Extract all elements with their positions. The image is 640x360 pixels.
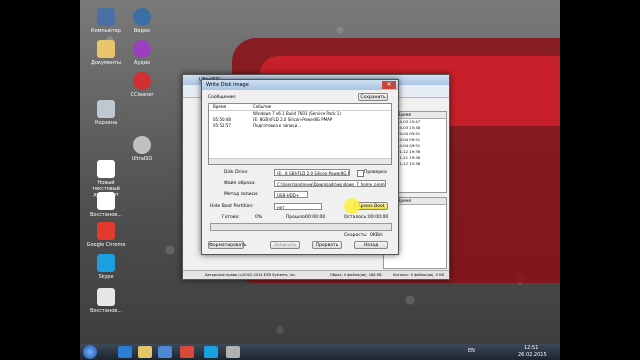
desktop-icon-image xyxy=(97,192,115,210)
desktop-icon-image xyxy=(97,222,115,240)
desktop-icon-label: CCleaner xyxy=(130,92,154,98)
desktop-icon-image xyxy=(97,8,115,26)
taskbar-ultraiso-icon[interactable] xyxy=(226,346,240,358)
log-row[interactable]: 05:52:57 Подготовка к записи... xyxy=(209,123,391,129)
desktop: Компьютер Документы Корзина Новый текстовый… xyxy=(80,0,560,360)
desktop-icon-label: Восстанов... xyxy=(89,308,122,314)
log-event: Подготовка к записи... xyxy=(253,123,302,128)
desktop-icon-image xyxy=(97,160,115,178)
desktop-icon-label: Google Chrome xyxy=(86,242,126,248)
log-header-event: Событие xyxy=(253,104,272,109)
write-method-label: Метод записи: xyxy=(224,192,259,197)
hide-partition-select[interactable]: нет xyxy=(274,203,322,210)
status-catalog: Каталог: 0 файла(ов), 0 KB xyxy=(393,273,444,277)
clock-time[interactable]: 12:51 xyxy=(524,345,538,351)
log-time: 05:52:57 xyxy=(213,123,231,128)
speed-value: 0KB/s xyxy=(370,233,383,238)
done-label: Готово: xyxy=(222,215,240,220)
taskbar-chrome-icon[interactable] xyxy=(180,346,194,358)
elapsed-label: Прошло: xyxy=(286,215,307,220)
taskbar-explorer-icon[interactable] xyxy=(138,346,152,358)
back-button[interactable]: Назад xyxy=(354,241,388,249)
save-button[interactable]: Сохранить xyxy=(358,93,388,101)
desktop-icon[interactable]: Компьютер xyxy=(86,8,126,34)
desktop-icon-label: Корзина xyxy=(94,120,118,126)
desktop-icon[interactable]: Google Chrome xyxy=(86,222,126,248)
progress-bar xyxy=(210,223,392,231)
statusbar: Авторские права (c)2002-2014 EZB Systems… xyxy=(183,270,449,279)
close-icon[interactable]: ✕ xyxy=(382,81,396,89)
desktop-icon-label: UltraISO xyxy=(131,156,153,162)
remaining-value: 00:00:00 xyxy=(368,215,389,220)
desktop-icon-image xyxy=(133,40,151,58)
cursor-highlight xyxy=(344,198,360,214)
desktop-icon-label: Документы xyxy=(91,60,121,66)
write-method-select[interactable]: USB-HDD+ xyxy=(274,191,308,198)
speed-label: Скорость: xyxy=(344,233,368,238)
desktop-icon-label: Skype xyxy=(98,274,114,280)
status-image: Образ: 4 файла(ов), 186 KB xyxy=(330,273,382,277)
elapsed-value: 00:00:00 xyxy=(305,215,326,220)
verify-label: Проверка xyxy=(364,170,387,175)
desktop-icon[interactable]: Восстанов... xyxy=(86,288,126,314)
format-button[interactable]: Форматировать xyxy=(208,241,246,249)
desktop-icon[interactable]: Восстанов... xyxy=(86,192,126,218)
desktop-icon[interactable]: CCleaner xyxy=(122,72,162,98)
desktop-icon-label: Компьютер xyxy=(91,28,121,34)
taskbar-ie-icon[interactable] xyxy=(118,346,132,358)
log-header: Время Событие xyxy=(209,104,391,111)
desktop-icon[interactable]: Корзина xyxy=(86,100,126,126)
write-button[interactable]: Записать xyxy=(270,241,300,249)
log-list[interactable]: Время Событие Windows 7 v6.1 Build 7601 … xyxy=(208,103,392,165)
write-disk-image-dialog[interactable]: Write Disk Image ✕ Сообщение: Сохранить … xyxy=(201,79,399,255)
desktop-icon[interactable]: Аудио xyxy=(122,40,162,66)
taskbar-media-icon[interactable] xyxy=(158,346,172,358)
desktop-icon-label: Аудио xyxy=(133,60,151,66)
desktop-icon-label: Восстанов... xyxy=(89,212,122,218)
messages-label: Сообщение: xyxy=(208,95,237,100)
image-file-field[interactable]: C:\Users\andreyw\Downloads\windows_7_hom… xyxy=(274,180,386,187)
remaining-label: Осталось: xyxy=(344,215,368,220)
dialog-title: Write Disk Image xyxy=(206,82,249,88)
taskbar: EN 12:51 26.02.2015 xyxy=(80,344,560,360)
desktop-icon[interactable]: Документы xyxy=(86,40,126,66)
done-value: 0% xyxy=(255,215,263,220)
image-file-label: Файл образа: xyxy=(224,181,256,186)
language-indicator[interactable]: EN xyxy=(468,348,475,354)
dialog-titlebar[interactable]: Write Disk Image ✕ xyxy=(202,80,398,90)
hide-partition-label: Hide Boot Partition: xyxy=(210,204,254,209)
status-copyright: Авторские права (c)2002-2014 EZB Systems… xyxy=(205,273,297,277)
desktop-icon-label: Видео xyxy=(133,28,151,34)
desktop-icon-image xyxy=(133,8,151,26)
desktop-icon-image xyxy=(97,40,115,58)
desktop-icon[interactable]: Видео xyxy=(122,8,162,34)
start-button[interactable] xyxy=(83,345,97,359)
disk-drive-label: Disk Drive: xyxy=(224,170,249,175)
desktop-icon-image xyxy=(133,72,151,90)
verify-checkbox[interactable] xyxy=(357,170,364,177)
desktop-icon-image xyxy=(97,288,115,306)
disk-drive-select[interactable]: (E:, 8 GB)(FLD 2.0 Silicon-Power8G PMAP xyxy=(274,169,350,176)
desktop-icon-image xyxy=(133,136,151,154)
clock-date[interactable]: 26.02.2015 xyxy=(518,352,547,358)
desktop-icon[interactable]: Skype xyxy=(86,254,126,280)
abort-button[interactable]: Прервать xyxy=(312,241,342,249)
desktop-icon[interactable]: UltraISO xyxy=(122,136,162,162)
taskbar-skype-icon[interactable] xyxy=(204,346,218,358)
desktop-icon-image xyxy=(97,100,115,118)
log-header-time: Время xyxy=(213,104,227,109)
log-scrollbar[interactable] xyxy=(209,158,391,164)
desktop-icon-image xyxy=(97,254,115,272)
